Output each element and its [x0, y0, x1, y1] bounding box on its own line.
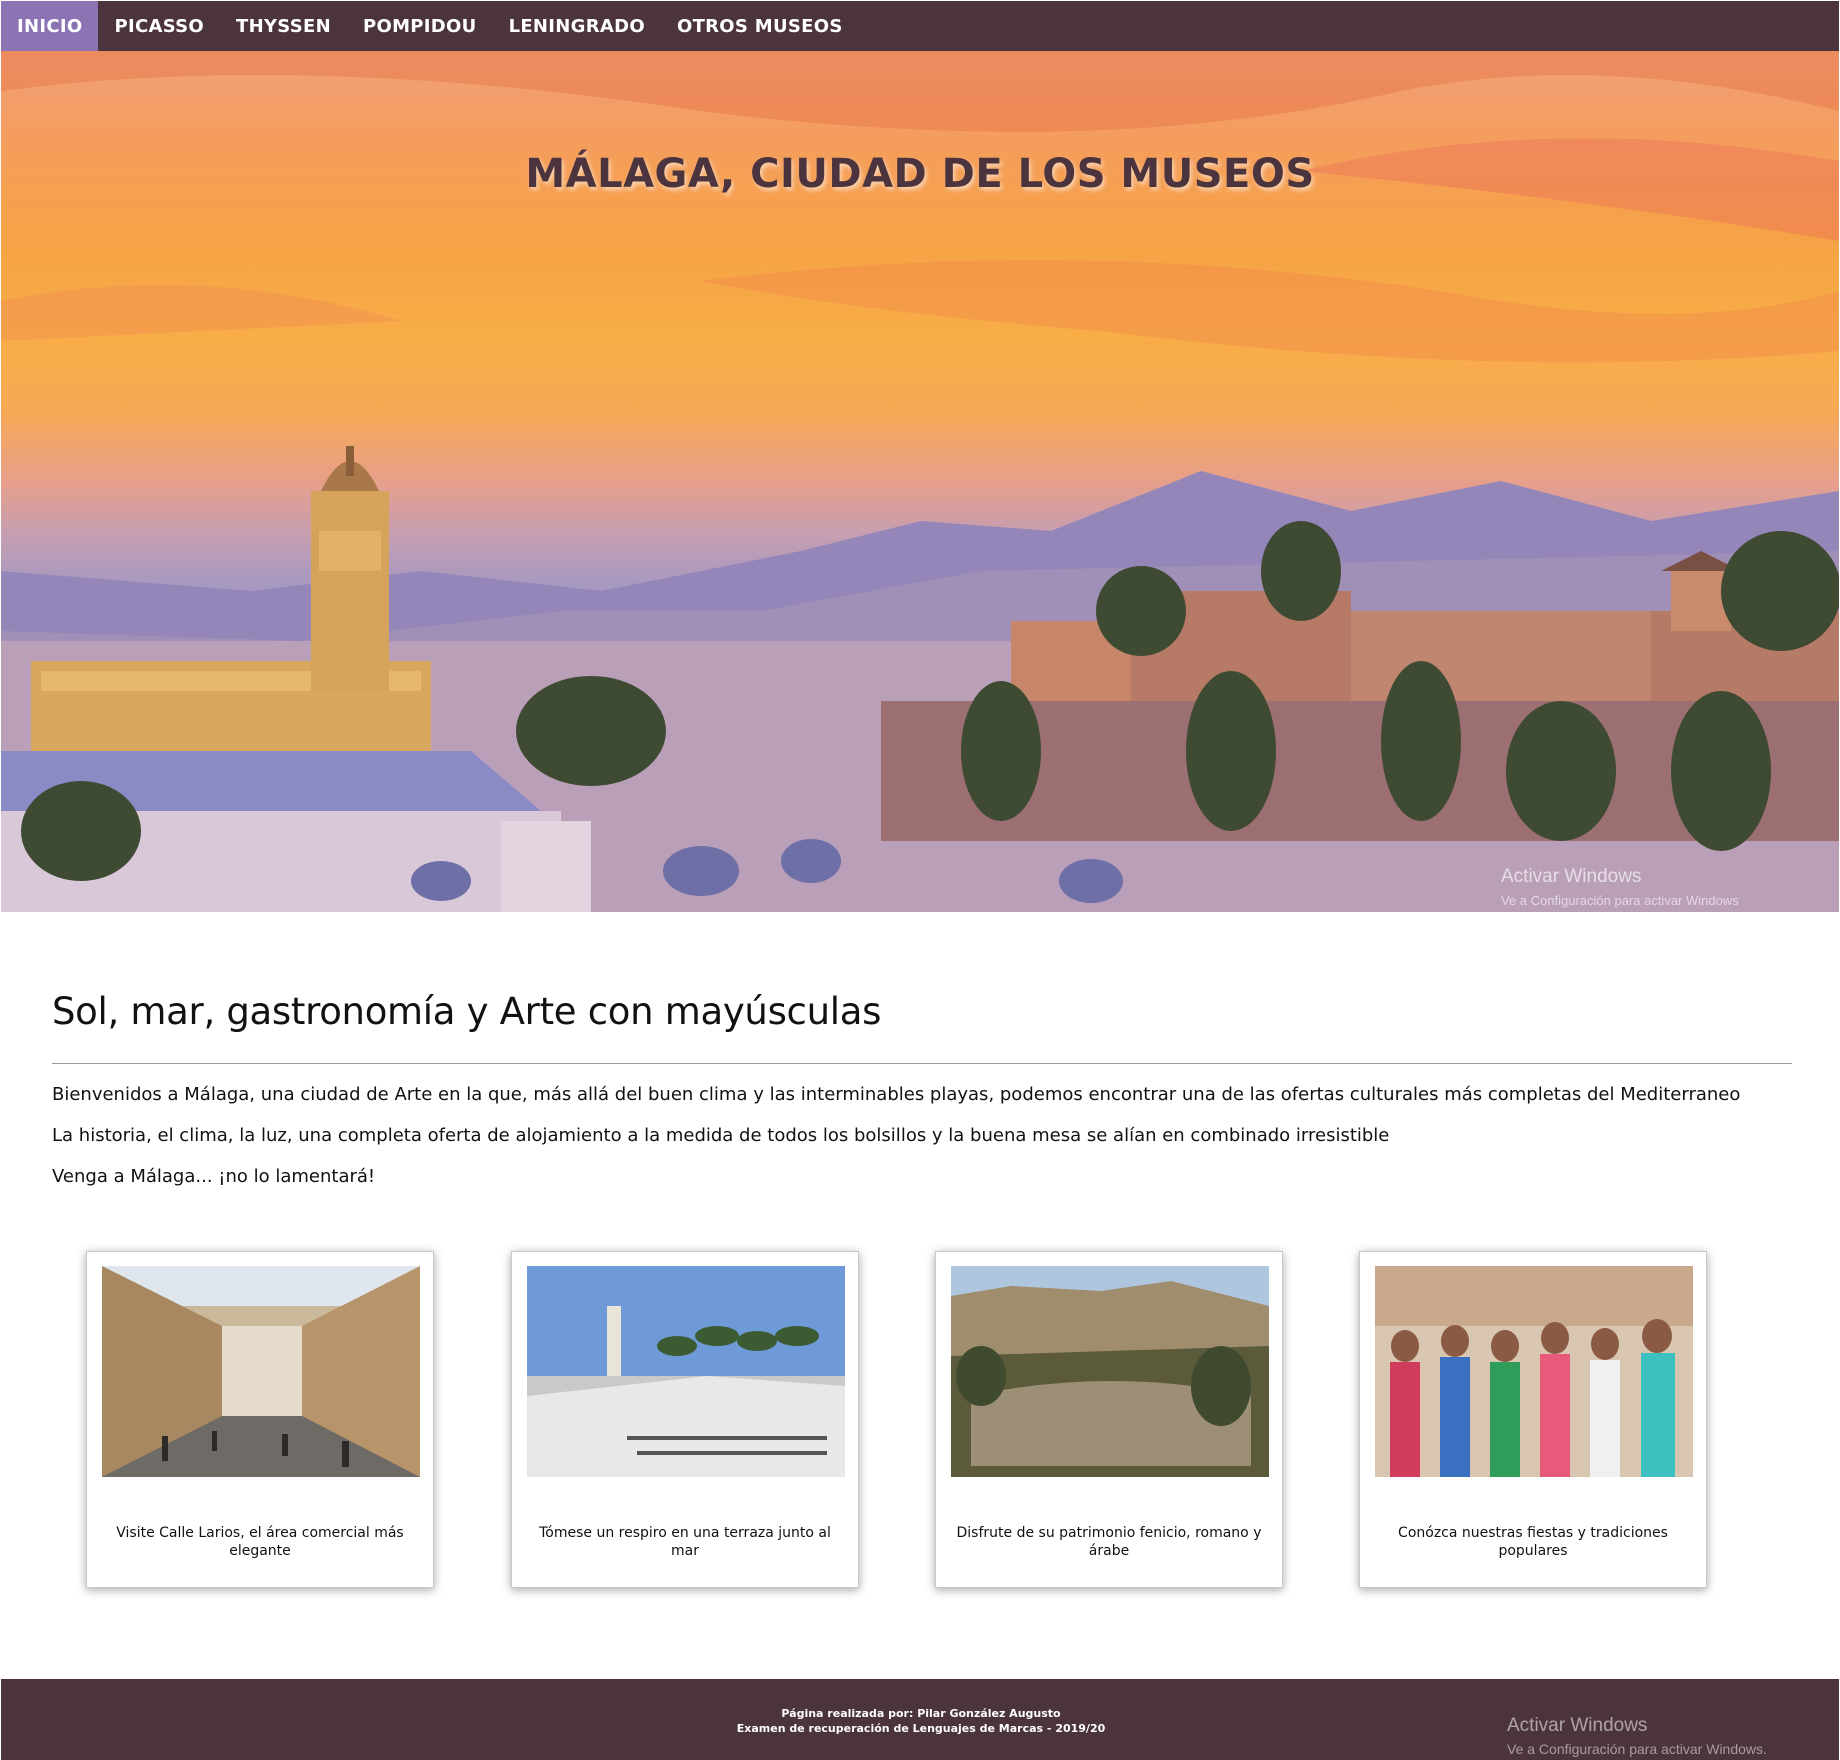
- intro-paragraph: Venga a Málaga... ¡no lo lamentará!: [52, 1166, 376, 1187]
- nav-item-inicio[interactable]: INICIO: [1, 1, 99, 51]
- intro-paragraph: La historia, el clima, la luz, una compl…: [52, 1125, 1390, 1146]
- page-footer: Página realizada por: Pilar González Aug…: [1, 1679, 1839, 1760]
- windows-activation-watermark: Activar Windows: [1501, 866, 1642, 887]
- nav-item-pompidou[interactable]: POMPIDOU: [347, 1, 493, 51]
- card-caption: Disfrute de su patrimonio fenicio, roman…: [956, 1525, 1262, 1559]
- section-heading: Sol, mar, gastronomía y Arte con mayúscu…: [52, 990, 882, 1033]
- nav-item-thyssen[interactable]: THYSSEN: [220, 1, 347, 51]
- nav-item-picasso[interactable]: PICASSO: [98, 1, 220, 51]
- hero-banner: MÁLAGA, CIUDAD DE LOS MUSEOS Activar Win…: [1, 51, 1839, 912]
- intro-paragraph: Bienvenidos a Málaga, una ciudad de Arte…: [52, 1084, 1741, 1105]
- calle-larios-image: [102, 1266, 420, 1477]
- windows-activation-hint: Ve a Configuración para activar Windows: [1501, 893, 1739, 908]
- card-caption: Visite Calle Larios, el área comercial m…: [116, 1525, 404, 1559]
- card-caption: Conózca nuestras fiestas y tradiciones p…: [1398, 1525, 1668, 1559]
- main-nav: INICIO PICASSO THYSSEN POMPIDOU LENINGRA…: [1, 1, 1839, 51]
- feature-card: Tómese un respiro en una terraza junto a…: [511, 1251, 859, 1588]
- hero-title: MÁLAGA, CIUDAD DE LOS MUSEOS: [525, 151, 1315, 197]
- intro-text: Bienvenidos a Málaga, una ciudad de Arte…: [52, 1074, 1792, 1197]
- seaside-terrace-image: [527, 1266, 845, 1477]
- feature-card: Disfrute de su patrimonio fenicio, roman…: [935, 1251, 1283, 1588]
- feature-card: Visite Calle Larios, el área comercial m…: [86, 1251, 434, 1588]
- roman-theatre-image: [951, 1266, 1269, 1477]
- nav-item-leningrado[interactable]: LENINGRADO: [493, 1, 661, 51]
- windows-activation-hint: Ve a Configuración para activar Windows.: [1507, 1741, 1767, 1757]
- main-content: Sol, mar, gastronomía y Arte con mayúscu…: [52, 990, 1792, 1197]
- nav-item-otros-museos[interactable]: OTROS MUSEOS: [661, 1, 859, 51]
- divider: [52, 1063, 1792, 1064]
- card-caption: Tómese un respiro en una terraza junto a…: [539, 1525, 831, 1559]
- windows-activation-watermark: Activar Windows: [1507, 1715, 1648, 1736]
- feria-image: [1375, 1266, 1693, 1477]
- feature-card: Conózca nuestras fiestas y tradiciones p…: [1359, 1251, 1707, 1588]
